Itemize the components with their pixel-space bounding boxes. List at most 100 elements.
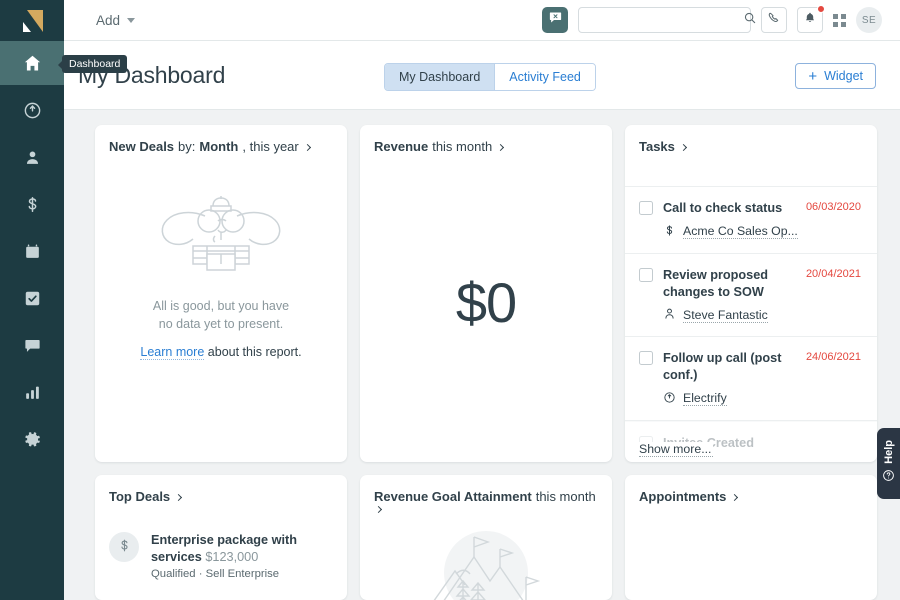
- sidebar-item-contacts[interactable]: [0, 135, 64, 179]
- task-name: Call to check status: [663, 201, 783, 215]
- calendar-icon: [23, 242, 42, 261]
- tab-my-dashboard-label: My Dashboard: [399, 70, 481, 84]
- widget-new-deals: New Deals by: Month , this year All is g…: [95, 125, 347, 462]
- chevron-right-icon: [175, 493, 183, 502]
- widget-title-rest: by:: [178, 139, 196, 154]
- task-checkbox[interactable]: [639, 351, 653, 366]
- bar-chart-icon: [23, 383, 42, 402]
- table-row[interactable]: Follow up call (post conf.) 24/06/2021 E…: [625, 337, 877, 421]
- help-tab[interactable]: Help: [877, 428, 900, 499]
- dollar-icon: [23, 195, 42, 214]
- widget-title-period: Month: [199, 139, 239, 154]
- question-circle-icon: [882, 469, 895, 487]
- empty-state-line-2: no data yet to present.: [158, 317, 284, 332]
- task-list-overflow: Invitee Created Show more...: [625, 420, 877, 462]
- add-widget-button[interactable]: + Widget: [795, 63, 876, 89]
- sidebar-item-dashboard[interactable]: [0, 41, 64, 85]
- task-checkbox[interactable]: [639, 201, 653, 215]
- widget-revenue: Revenue this month $0: [360, 125, 612, 462]
- widget-title-bold: New Deals: [109, 139, 175, 154]
- task-related-label: Electrify: [683, 391, 727, 407]
- widget-revenue-title[interactable]: Revenue this month: [360, 125, 612, 154]
- task-related-entity[interactable]: Electrify: [663, 391, 861, 407]
- chevron-right-icon: [374, 505, 383, 514]
- revenue-goal-illustration-wrap: [360, 519, 612, 600]
- widget-top-deals: Top Deals Enterprise package with servic…: [95, 475, 347, 600]
- table-row[interactable]: Call to check status 06/03/2020 Acme Co …: [625, 186, 877, 254]
- bell-icon: [803, 11, 817, 30]
- sidebar-item-insights[interactable]: [0, 370, 64, 414]
- task-related-entity[interactable]: Acme Co Sales Op...: [663, 224, 861, 240]
- tab-activity-feed[interactable]: Activity Feed: [495, 64, 595, 90]
- widget-title-rest: this month: [432, 139, 493, 154]
- sidebar-item-calendar[interactable]: [0, 229, 64, 273]
- deal-meta: Qualified · Sell Enterprise: [151, 568, 280, 581]
- dashboard-tabs: My Dashboard Activity Feed: [384, 63, 596, 91]
- task-name: Follow up call (post conf.): [663, 351, 782, 383]
- list-item[interactable]: Enterprise package with services $123,00…: [95, 520, 347, 580]
- phone-button[interactable]: [761, 7, 787, 33]
- person-icon: [663, 307, 676, 323]
- widget-title-bold: Tasks: [639, 139, 675, 154]
- avatar-initials: SE: [861, 14, 877, 26]
- widget-tasks: Tasks Call to check status 06/03/2020 Ac…: [625, 125, 877, 462]
- page-header: My Dashboard My Dashboard Activity Feed …: [64, 41, 900, 110]
- widget-board: New Deals by: Month , this year All is g…: [64, 110, 900, 600]
- gear-icon: [23, 430, 42, 449]
- dollar-icon: [663, 224, 676, 240]
- person-icon: [23, 148, 42, 167]
- table-row[interactable]: Review proposed changes to SOW 20/04/202…: [625, 254, 877, 338]
- widget-revenue-goal-title[interactable]: Revenue Goal Attainment this month: [360, 475, 612, 514]
- search-input[interactable]: [588, 13, 743, 27]
- notifications-button[interactable]: [797, 5, 825, 33]
- apps-grid-icon[interactable]: [833, 13, 846, 27]
- widget-tasks-title[interactable]: Tasks: [625, 125, 877, 154]
- widget-title-bold: Revenue: [374, 139, 429, 154]
- widget-appointments-title[interactable]: Appointments: [625, 475, 877, 504]
- app-logo[interactable]: [0, 0, 64, 41]
- search-box[interactable]: [578, 7, 756, 33]
- chat-dismiss-icon: [548, 10, 563, 30]
- widget-appointments: Appointments: [625, 475, 877, 600]
- dollar-icon: [117, 538, 132, 556]
- task-name: Review proposed changes to SOW: [663, 267, 769, 299]
- chevron-down-icon: [127, 17, 136, 23]
- top-navigation-bar: Add SE: [64, 0, 900, 41]
- empty-state-line-1: All is good, but you have: [152, 299, 290, 313]
- task-checkbox[interactable]: [639, 267, 653, 282]
- show-more-link[interactable]: Show more...: [639, 441, 714, 457]
- sailor-binoculars-illustration: [145, 188, 297, 279]
- chevron-right-icon: [497, 143, 505, 152]
- task-related-entity[interactable]: Steve Fantastic: [663, 307, 861, 323]
- task-due-date: 20/04/2021: [805, 267, 861, 280]
- sidebar-item-leads[interactable]: [0, 88, 64, 132]
- sidebar-item-settings[interactable]: [0, 417, 64, 461]
- empty-state-link-row: Learn more about this report.: [140, 345, 302, 361]
- leads-icon: [663, 391, 676, 407]
- phone-icon: [767, 11, 781, 30]
- chat-dismiss-icon-button[interactable]: [542, 7, 568, 33]
- widget-top-deals-title[interactable]: Top Deals: [95, 475, 347, 504]
- tab-my-dashboard[interactable]: My Dashboard: [385, 64, 496, 90]
- add-widget-label: Widget: [824, 69, 863, 83]
- widget-title-bold: Revenue Goal Attainment: [374, 489, 532, 504]
- sidebar-item-messaging[interactable]: [0, 323, 64, 367]
- leads-icon: [23, 101, 42, 120]
- chevron-right-icon: [679, 143, 687, 152]
- learn-more-rest: about this report.: [207, 345, 302, 360]
- plus-icon: +: [808, 67, 818, 85]
- avatar[interactable]: SE: [856, 7, 882, 33]
- deal-list: Enterprise package with services $123,00…: [95, 520, 347, 580]
- revenue-value: $0: [455, 271, 517, 334]
- sidebar-item-deals[interactable]: [0, 182, 64, 226]
- learn-more-link[interactable]: Learn more: [140, 345, 205, 361]
- sidebar-item-activities[interactable]: [0, 276, 64, 320]
- add-button[interactable]: Add: [96, 13, 136, 28]
- task-list: Call to check status 06/03/2020 Acme Co …: [625, 186, 877, 462]
- deal-avatar: [109, 532, 139, 562]
- deal-name: Enterprise package with services $123,00…: [151, 532, 333, 566]
- widget-new-deals-title[interactable]: New Deals by: Month , this year: [95, 125, 347, 154]
- task-due-date: 24/06/2021: [805, 351, 861, 364]
- chevron-right-icon: [731, 493, 739, 502]
- task-related-label: Acme Co Sales Op...: [683, 224, 798, 240]
